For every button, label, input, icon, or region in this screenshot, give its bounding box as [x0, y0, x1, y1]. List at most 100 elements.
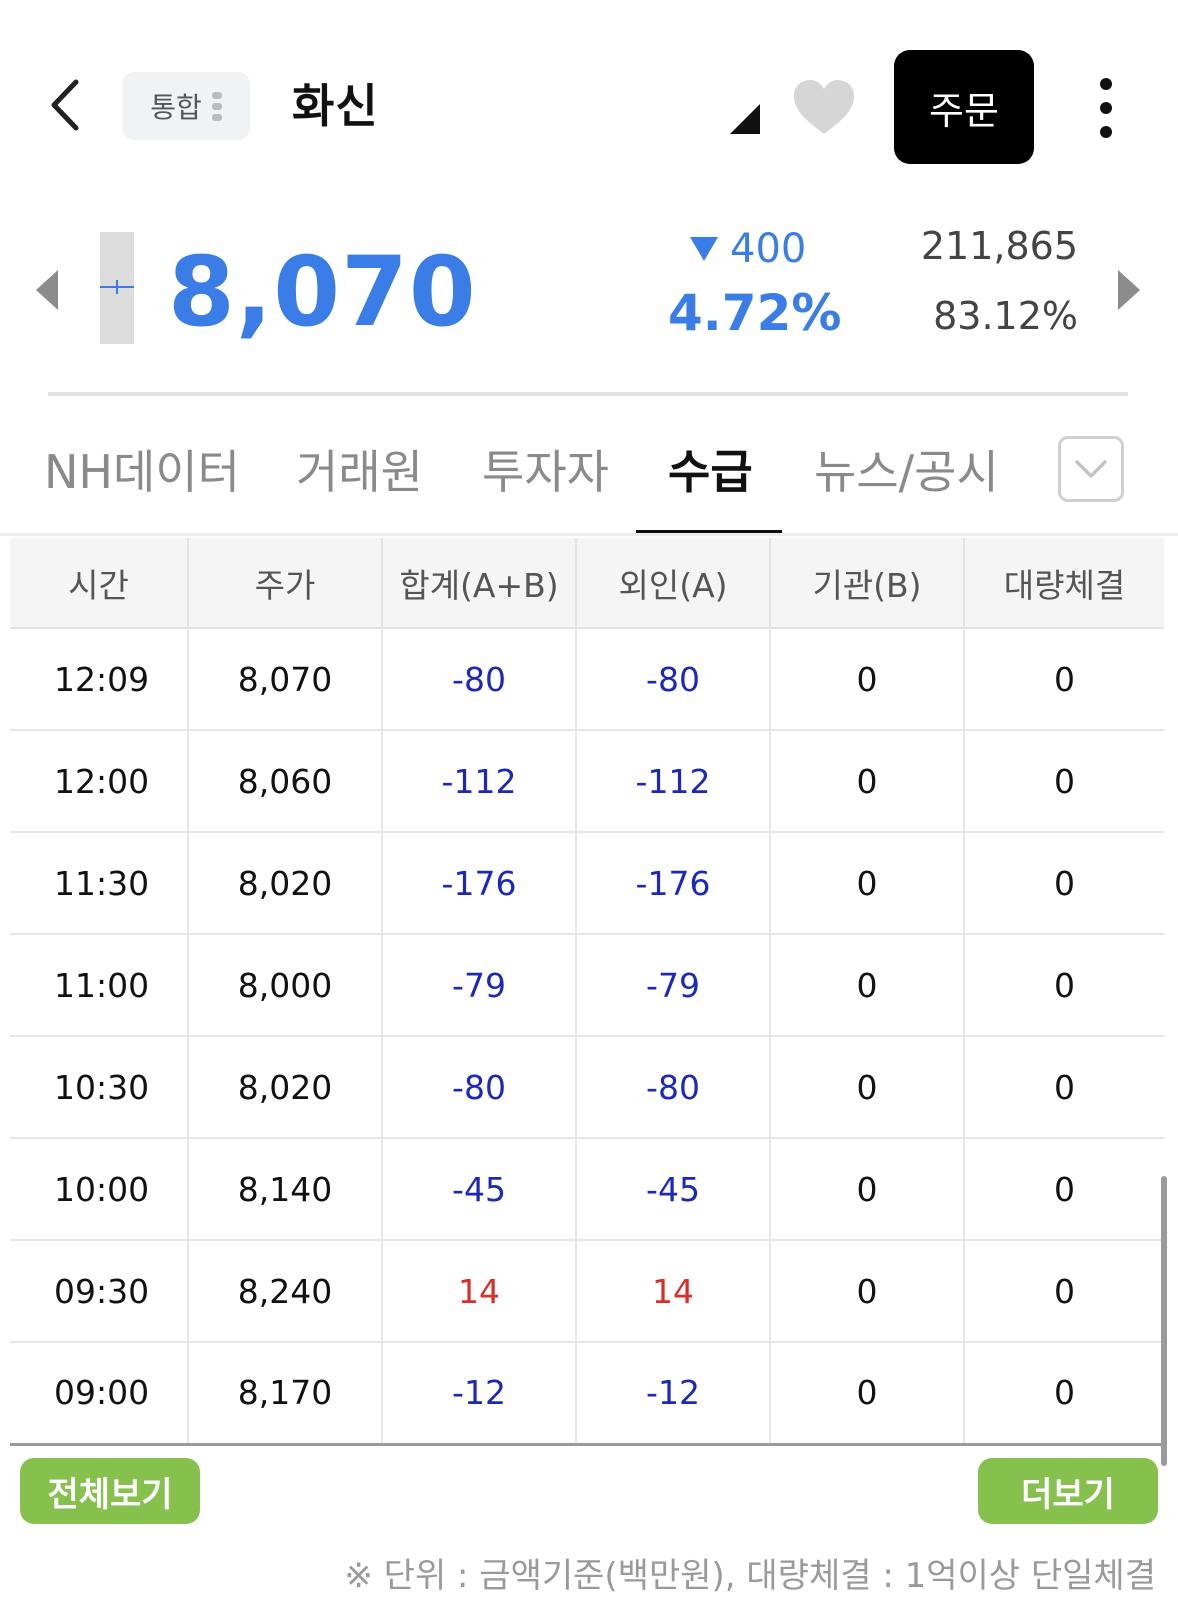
market-selector[interactable]: 통합 — [122, 72, 250, 140]
table-row[interactable]: 10:30 8,020 -80 -80 0 0 — [10, 1036, 1164, 1139]
table-row[interactable]: 09:00 8,170 -12 -12 0 0 — [10, 1342, 1164, 1446]
table-row[interactable]: 12:09 8,070 -80 -80 0 0 — [10, 628, 1164, 731]
volume-ratio: 83.12% — [933, 294, 1078, 338]
cell-block-trade: 0 — [964, 730, 1164, 833]
change-value: 400 — [730, 226, 807, 272]
cell-time: 12:09 — [10, 628, 189, 731]
cell-block-trade: 0 — [964, 934, 1164, 1037]
table-header-row: 시간 주가 합계(A+B) 외인(A) 기관(B) 대량체결 — [10, 538, 1164, 629]
cell-price: 8,000 — [188, 934, 383, 1037]
cell-total: -45 — [382, 1138, 577, 1241]
tab-news[interactable]: 뉴스/공시 — [814, 436, 999, 502]
col-header-foreign: 외인(A) — [576, 538, 771, 629]
cell-institution: 0 — [770, 1240, 965, 1343]
current-price: 8,070 — [168, 236, 477, 348]
chevron-down-icon — [1075, 460, 1107, 478]
cell-price: 8,060 — [188, 730, 383, 833]
mini-candle-chart — [100, 232, 134, 344]
cell-total: -12 — [382, 1342, 577, 1446]
top-bar: 통합 화신 주문 — [0, 0, 1178, 200]
cell-time: 11:00 — [10, 934, 189, 1037]
cell-price: 8,020 — [188, 832, 383, 935]
cell-total: 14 — [382, 1240, 577, 1343]
cell-foreign: -80 — [576, 628, 771, 731]
col-header-time: 시간 — [10, 538, 189, 629]
cell-price: 8,240 — [188, 1240, 383, 1343]
cell-time: 11:30 — [10, 832, 189, 935]
tab-supply-demand[interactable]: 수급 — [668, 436, 753, 502]
cell-total: -79 — [382, 934, 577, 1037]
market-selector-label: 통합 — [150, 91, 202, 124]
cell-time: 09:30 — [10, 1240, 189, 1343]
price-change: 400 — [690, 226, 806, 272]
cell-foreign: -12 — [576, 1342, 771, 1446]
divider — [48, 392, 1128, 396]
table-row[interactable]: 11:30 8,020 -176 -176 0 0 — [10, 832, 1164, 935]
price-panel: 8,070 400 4.72% 211,865 83.12% — [0, 214, 1178, 404]
back-button[interactable] — [40, 70, 100, 140]
down-triangle-icon — [690, 237, 718, 261]
cell-foreign: -112 — [576, 730, 771, 833]
tab-broker[interactable]: 거래원 — [296, 436, 423, 502]
cell-total: -80 — [382, 628, 577, 731]
cell-price: 8,140 — [188, 1138, 383, 1241]
unit-footnote: ※ 단위 : 금액기준(백만원), 대량체결 : 1억이상 단일체결 — [344, 1556, 1156, 1596]
scrollbar[interactable] — [1161, 1176, 1167, 1466]
order-button[interactable]: 주문 — [894, 50, 1034, 164]
tab-bar: NH데이터 거래원 투자자 수급 뉴스/공시 — [0, 420, 1178, 536]
col-header-total: 합계(A+B) — [382, 538, 577, 629]
cell-block-trade: 0 — [964, 1138, 1164, 1241]
supply-demand-table: 시간 주가 합계(A+B) 외인(A) 기관(B) 대량체결 12:09 8,07… — [10, 538, 1164, 1446]
more-button[interactable]: 더보기 — [978, 1458, 1158, 1524]
back-icon — [51, 79, 79, 131]
view-all-button[interactable]: 전체보기 — [20, 1458, 200, 1524]
cell-price: 8,070 — [188, 628, 383, 731]
cell-time: 10:30 — [10, 1036, 189, 1139]
more-vertical-icon[interactable] — [1086, 78, 1126, 138]
cell-block-trade: 0 — [964, 1342, 1164, 1446]
cell-institution: 0 — [770, 832, 965, 935]
cell-institution: 0 — [770, 730, 965, 833]
favorite-button[interactable] — [792, 78, 856, 138]
tab-expand-button[interactable] — [1058, 436, 1124, 502]
col-header-institution: 기관(B) — [770, 538, 965, 629]
table-row[interactable]: 10:00 8,140 -45 -45 0 0 — [10, 1138, 1164, 1241]
cell-institution: 0 — [770, 934, 965, 1037]
cell-block-trade: 0 — [964, 1036, 1164, 1139]
cell-time: 12:00 — [10, 730, 189, 833]
cell-total: -112 — [382, 730, 577, 833]
tab-nh-data[interactable]: NH데이터 — [44, 436, 240, 502]
table-row[interactable]: 09:30 8,240 14 14 0 0 — [10, 1240, 1164, 1343]
cell-block-trade: 0 — [964, 832, 1164, 935]
tab-bar-border — [0, 533, 1178, 536]
cell-foreign: -45 — [576, 1138, 771, 1241]
drag-handle-icon — [211, 91, 222, 121]
cell-foreign: 14 — [576, 1240, 771, 1343]
cell-price: 8,170 — [188, 1342, 383, 1446]
next-stock-icon[interactable] — [1118, 270, 1140, 310]
cell-total: -176 — [382, 832, 577, 935]
cell-institution: 0 — [770, 1342, 965, 1446]
cell-price: 8,020 — [188, 1036, 383, 1139]
heart-icon — [794, 80, 854, 134]
tab-investor[interactable]: 투자자 — [482, 436, 609, 502]
cell-foreign: -176 — [576, 832, 771, 935]
cell-block-trade: 0 — [964, 1240, 1164, 1343]
table-row[interactable]: 11:00 8,000 -79 -79 0 0 — [10, 934, 1164, 1037]
cell-block-trade: 0 — [964, 628, 1164, 731]
cell-foreign: -80 — [576, 1036, 771, 1139]
cell-institution: 0 — [770, 1138, 965, 1241]
corner-triangle-icon — [730, 104, 760, 134]
col-header-price: 주가 — [188, 538, 383, 629]
change-percent: 4.72% — [668, 284, 842, 342]
cell-foreign: -79 — [576, 934, 771, 1037]
table-row[interactable]: 12:00 8,060 -112 -112 0 0 — [10, 730, 1164, 833]
cell-institution: 0 — [770, 628, 965, 731]
cell-total: -80 — [382, 1036, 577, 1139]
stock-name[interactable]: 화신 — [292, 70, 379, 136]
cell-time: 09:00 — [10, 1342, 189, 1446]
cell-institution: 0 — [770, 1036, 965, 1139]
col-header-block-trade: 대량체결 — [964, 538, 1164, 629]
cell-time: 10:00 — [10, 1138, 189, 1241]
prev-stock-icon[interactable] — [36, 270, 58, 310]
